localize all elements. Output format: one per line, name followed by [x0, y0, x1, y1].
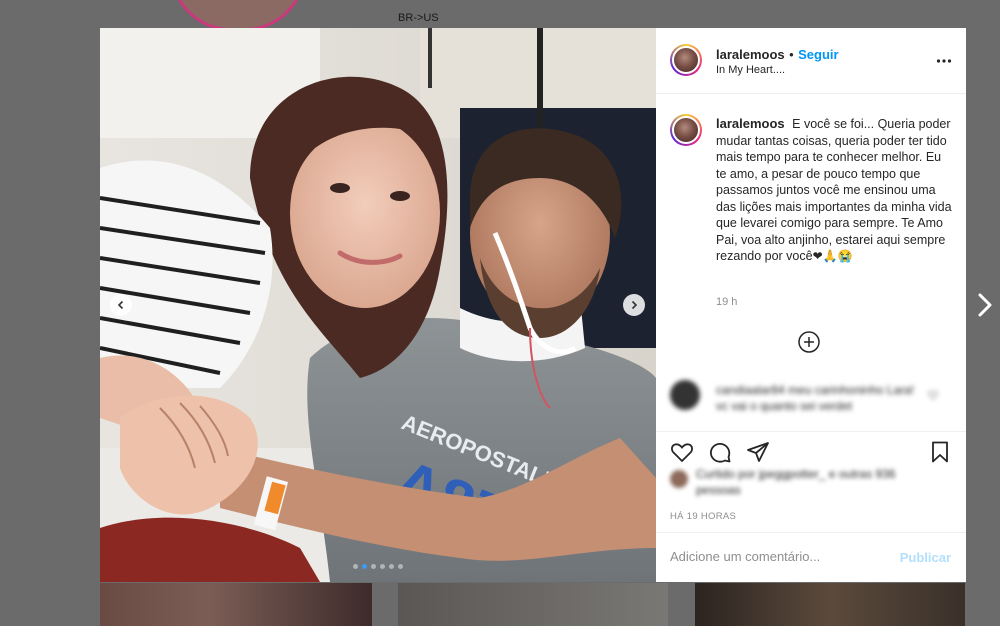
likes-text: Curtido por jpeggpotter_ e outras 936 pe… — [696, 467, 896, 497]
carousel-dot — [353, 564, 358, 569]
comment-icon — [709, 442, 731, 463]
caption-text: E você se foi... Queria poder mudar tant… — [716, 117, 952, 263]
background-thumbnail[interactable] — [695, 583, 965, 626]
heart-icon — [671, 443, 693, 463]
save-button[interactable] — [928, 440, 952, 464]
post-image: AEROPOSTALE A87 — [100, 28, 656, 582]
post-header: laralemoos • Seguir In My Heart.... — [656, 28, 966, 94]
caption-username[interactable]: laralemoos — [716, 116, 785, 131]
avatar[interactable] — [670, 44, 702, 76]
background-thumbnail[interactable] — [100, 583, 372, 626]
more-horizontal-icon — [936, 59, 952, 63]
follow-button[interactable]: Seguir — [798, 47, 838, 62]
blurred-comment: candiaalar84 meu carinhoninho Lara! vc v… — [670, 378, 952, 430]
plus-circle-icon — [798, 331, 820, 353]
more-options-button[interactable] — [936, 54, 952, 66]
post-location[interactable]: In My Heart.... — [716, 64, 785, 76]
carousel-dot — [362, 564, 367, 569]
caption-avatar[interactable] — [670, 114, 702, 146]
chevron-right-icon — [978, 293, 992, 317]
carousel-dot — [380, 564, 385, 569]
post-caption: laralemoos E você se foi... Queria poder… — [716, 116, 952, 265]
comment-avatar — [670, 380, 700, 410]
heart-icon — [928, 390, 938, 400]
post-sidebar: laralemoos • Seguir In My Heart.... lara… — [656, 28, 966, 582]
comment-button[interactable] — [708, 440, 732, 464]
post-timestamp[interactable]: HÁ 19 HORAS — [670, 511, 736, 522]
liker-avatar — [670, 470, 688, 488]
chevron-left-icon — [117, 300, 124, 310]
like-button[interactable] — [670, 440, 694, 464]
blurred-likes: Curtido por jpeggpotter_ e outras 936 pe… — [670, 466, 930, 502]
load-more-comments-button[interactable] — [798, 331, 820, 353]
carousel-next-button[interactable] — [623, 294, 645, 316]
caption-emojis: ❤🙏😭 — [812, 249, 853, 263]
carousel-dot — [398, 564, 403, 569]
caption-timestamp: 19 h — [716, 296, 738, 308]
comment-text: candiaalar84 meu carinhoninho Lara! vc v… — [716, 383, 915, 413]
background-note: BR->US — [398, 12, 439, 24]
comment-input[interactable] — [670, 549, 880, 564]
share-button[interactable] — [746, 440, 770, 464]
background-thumbnail[interactable] — [398, 583, 668, 626]
separator-dot: • — [789, 47, 794, 62]
carousel-dot — [389, 564, 394, 569]
post-photo: AEROPOSTALE A87 — [100, 28, 656, 582]
share-icon — [747, 442, 769, 462]
carousel-prev-button[interactable] — [110, 294, 132, 316]
publish-button[interactable]: Publicar — [900, 550, 951, 565]
carousel-indicator — [100, 564, 656, 569]
next-post-arrow[interactable] — [975, 290, 995, 320]
carousel-dot — [371, 564, 376, 569]
bookmark-icon — [932, 441, 948, 463]
post-username[interactable]: laralemoos — [716, 47, 785, 62]
add-comment-section: Publicar — [656, 532, 966, 583]
chevron-right-icon — [631, 300, 638, 310]
